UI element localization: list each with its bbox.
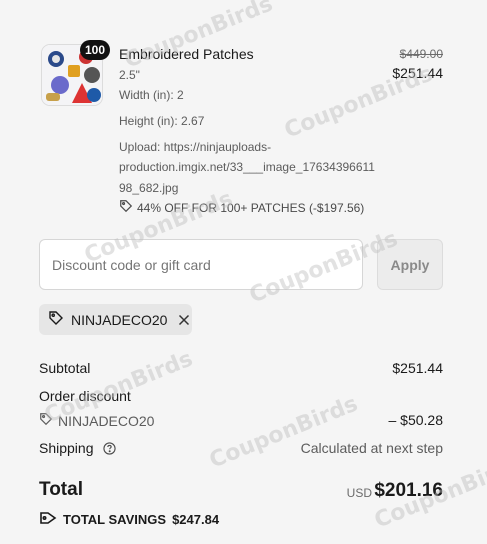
help-icon[interactable] (103, 442, 117, 455)
shipping-value: Calculated at next step (300, 440, 443, 456)
order-discount-value: – $50.28 (388, 412, 444, 428)
discount-code-input[interactable] (39, 239, 363, 290)
product-height: Height (in): 2.67 (119, 114, 205, 128)
line-item: 100 Embroidered Patches 2.5" Width (in):… (39, 40, 443, 220)
item-discount-label: 44% OFF FOR 100+ PATCHES (-$197.56) (137, 200, 365, 215)
discounted-price: $251.44 (392, 65, 443, 81)
tag-icon (119, 199, 133, 216)
tag-icon (39, 510, 57, 529)
apply-button[interactable]: Apply (377, 239, 443, 290)
quantity-badge: 100 (80, 40, 111, 60)
upload-line-3: 98_682.jpg (119, 181, 179, 195)
remove-code-icon[interactable] (178, 314, 190, 326)
savings-value: $247.84 (172, 512, 220, 527)
watermark: CouponBirds (206, 391, 362, 474)
product-title: Embroidered Patches (119, 46, 254, 62)
product-width: Width (in): 2 (119, 88, 184, 102)
savings-label: TOTAL SAVINGS (63, 512, 167, 527)
upload-line-1: Upload: https://ninjauploads- (119, 140, 272, 154)
total-value: $201.16 (374, 480, 443, 501)
tag-icon (48, 310, 64, 329)
shipping-label: Shipping (39, 440, 94, 456)
total-savings: TOTAL SAVINGS $247.84 (39, 510, 219, 529)
tag-icon (39, 412, 53, 429)
subtotal-value: $251.44 (392, 360, 443, 376)
product-size: 2.5" (119, 68, 140, 82)
subtotal-label: Subtotal (39, 360, 91, 376)
item-discount: 44% OFF FOR 100+ PATCHES (-$197.56) (119, 199, 364, 216)
currency-code: USD (346, 486, 372, 500)
order-discount-code: NINJADECO20 (39, 412, 154, 429)
shipping-label-group: Shipping (39, 440, 117, 456)
applied-code-label: NINJADECO20 (71, 311, 168, 328)
original-price: $449.00 (399, 47, 443, 61)
total-label: Total (39, 479, 83, 500)
applied-code-chip: NINJADECO20 (39, 304, 192, 335)
order-discount-code-label: NINJADECO20 (58, 412, 155, 429)
order-discount-label: Order discount (39, 388, 131, 404)
upload-line-2: production.imgix.net/33___image_17634396… (119, 160, 375, 174)
